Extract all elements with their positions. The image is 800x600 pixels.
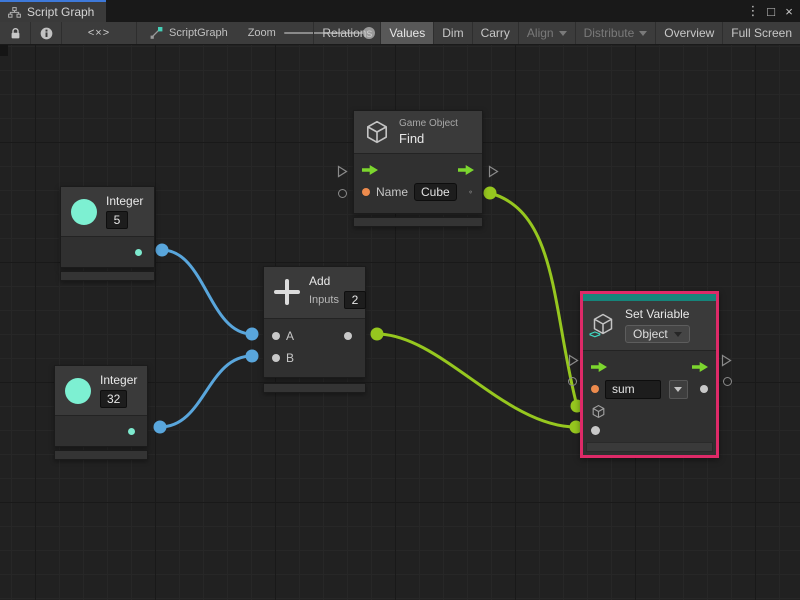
value-output-port[interactable] <box>700 385 708 393</box>
graph-toolbar: <×> ScriptGraph Zoom 1x Relations Values… <box>0 22 800 45</box>
distribute-button[interactable]: Distribute <box>575 22 656 44</box>
value-output-port-outline[interactable] <box>723 377 732 386</box>
code-preview-button[interactable]: <×> <box>62 22 137 44</box>
close-icon[interactable]: × <box>780 4 798 19</box>
flow-input-port[interactable] <box>362 165 378 175</box>
values-button[interactable]: Values <box>380 22 433 44</box>
integer-literal-icon <box>71 199 97 225</box>
variable-accent-strip <box>583 294 716 301</box>
variable-name-field[interactable]: sum <box>605 380 661 399</box>
node-gameobject-find[interactable]: Game Object Find Name Cube <box>353 110 483 227</box>
relations-button[interactable]: Relations <box>313 22 380 44</box>
integer-output-port[interactable] <box>128 428 135 435</box>
flow-input-port-outline[interactable] <box>337 165 348 183</box>
window-controls: ⋮ □ × <box>744 0 798 22</box>
node-integer-5[interactable]: Integer 5 <box>60 186 155 281</box>
node-title: Find <box>399 131 424 146</box>
variable-scope-dropdown[interactable]: Object <box>625 325 690 343</box>
align-button[interactable]: Align <box>518 22 575 44</box>
inputs-label: Inputs <box>309 294 339 306</box>
integer-literal-icon <box>65 378 91 404</box>
tab-bar: Script Graph ⋮ □ × <box>0 0 800 22</box>
flow-output-port[interactable] <box>458 165 474 175</box>
integer-value-field[interactable]: 32 <box>100 390 127 408</box>
script-graph-icon <box>149 26 163 40</box>
node-add[interactable]: Add Inputs 2 A B <box>263 266 366 393</box>
node-footer <box>60 271 155 281</box>
node-footer <box>263 383 366 393</box>
toolbar-toggles: Relations Values Dim Carry Align Distrib… <box>313 22 800 44</box>
node-title: Set Variable <box>625 307 689 321</box>
dim-button[interactable]: Dim <box>433 22 471 44</box>
info-icon <box>40 27 53 40</box>
flow-output-port[interactable] <box>692 362 708 372</box>
port-label-a: A <box>286 329 294 343</box>
chevron-down-icon <box>559 31 567 36</box>
chevron-down-icon <box>674 387 682 392</box>
inputs-count-field[interactable]: 2 <box>344 291 366 309</box>
inspect-button[interactable] <box>31 22 62 44</box>
set-variable-icon: <> <box>591 312 617 338</box>
name-input-port[interactable] <box>362 188 370 196</box>
value-input-port-outline[interactable] <box>338 189 347 198</box>
graph-icon <box>8 7 21 18</box>
canvas-corner-notch <box>0 45 8 56</box>
code-icon: <×> <box>88 27 110 39</box>
window-menu-icon[interactable]: ⋮ <box>744 3 762 19</box>
integer-output-port[interactable] <box>135 249 142 256</box>
node-footer <box>54 450 148 460</box>
flow-output-port-outline[interactable] <box>721 354 732 372</box>
maximize-icon[interactable]: □ <box>762 4 780 19</box>
overview-button[interactable]: Overview <box>655 22 722 44</box>
code-brackets-icon: <> <box>589 329 600 341</box>
node-integer-32[interactable]: Integer 32 <box>54 365 148 460</box>
flow-input-port-outline[interactable] <box>568 354 579 372</box>
port-label-b: B <box>286 351 294 365</box>
add-input-a-port[interactable] <box>272 332 280 340</box>
node-title: Integer <box>106 194 143 208</box>
add-icon <box>274 279 300 305</box>
object-input-port[interactable] <box>591 404 606 419</box>
variable-name-port[interactable] <box>591 385 599 393</box>
value-input-port[interactable] <box>591 426 600 435</box>
lock-icon <box>9 27 22 40</box>
chevron-down-icon <box>674 332 682 337</box>
integer-value-field[interactable]: 5 <box>106 211 128 229</box>
carry-button[interactable]: Carry <box>472 22 518 44</box>
gameobject-output-port[interactable] <box>469 184 472 200</box>
tab-title: Script Graph <box>27 5 94 19</box>
name-label: Name <box>376 185 408 199</box>
tab-script-graph[interactable]: Script Graph <box>0 0 106 22</box>
node-title: Integer <box>100 373 137 387</box>
add-sum-output-port[interactable] <box>344 332 352 340</box>
graph-breadcrumb[interactable]: ScriptGraph <box>149 22 228 44</box>
value-input-port-outline[interactable] <box>568 377 577 386</box>
variable-name-dropdown[interactable] <box>669 380 688 399</box>
flow-input-port[interactable] <box>591 362 607 372</box>
flow-output-port-outline[interactable] <box>488 165 499 183</box>
graph-name: ScriptGraph <box>169 27 228 39</box>
node-set-variable[interactable]: <> Set Variable Object sum <box>580 291 719 458</box>
add-input-b-port[interactable] <box>272 354 280 362</box>
zoom-label: Zoom <box>248 27 276 39</box>
node-footer <box>353 217 483 227</box>
full-screen-button[interactable]: Full Screen <box>722 22 800 44</box>
node-title: Add <box>309 274 330 288</box>
node-category: Game Object <box>399 118 458 129</box>
name-value-field[interactable]: Cube <box>414 183 457 201</box>
lock-button[interactable] <box>0 22 31 44</box>
chevron-down-icon <box>639 31 647 36</box>
node-footer <box>586 442 713 452</box>
gameobject-cube-icon <box>364 119 390 145</box>
